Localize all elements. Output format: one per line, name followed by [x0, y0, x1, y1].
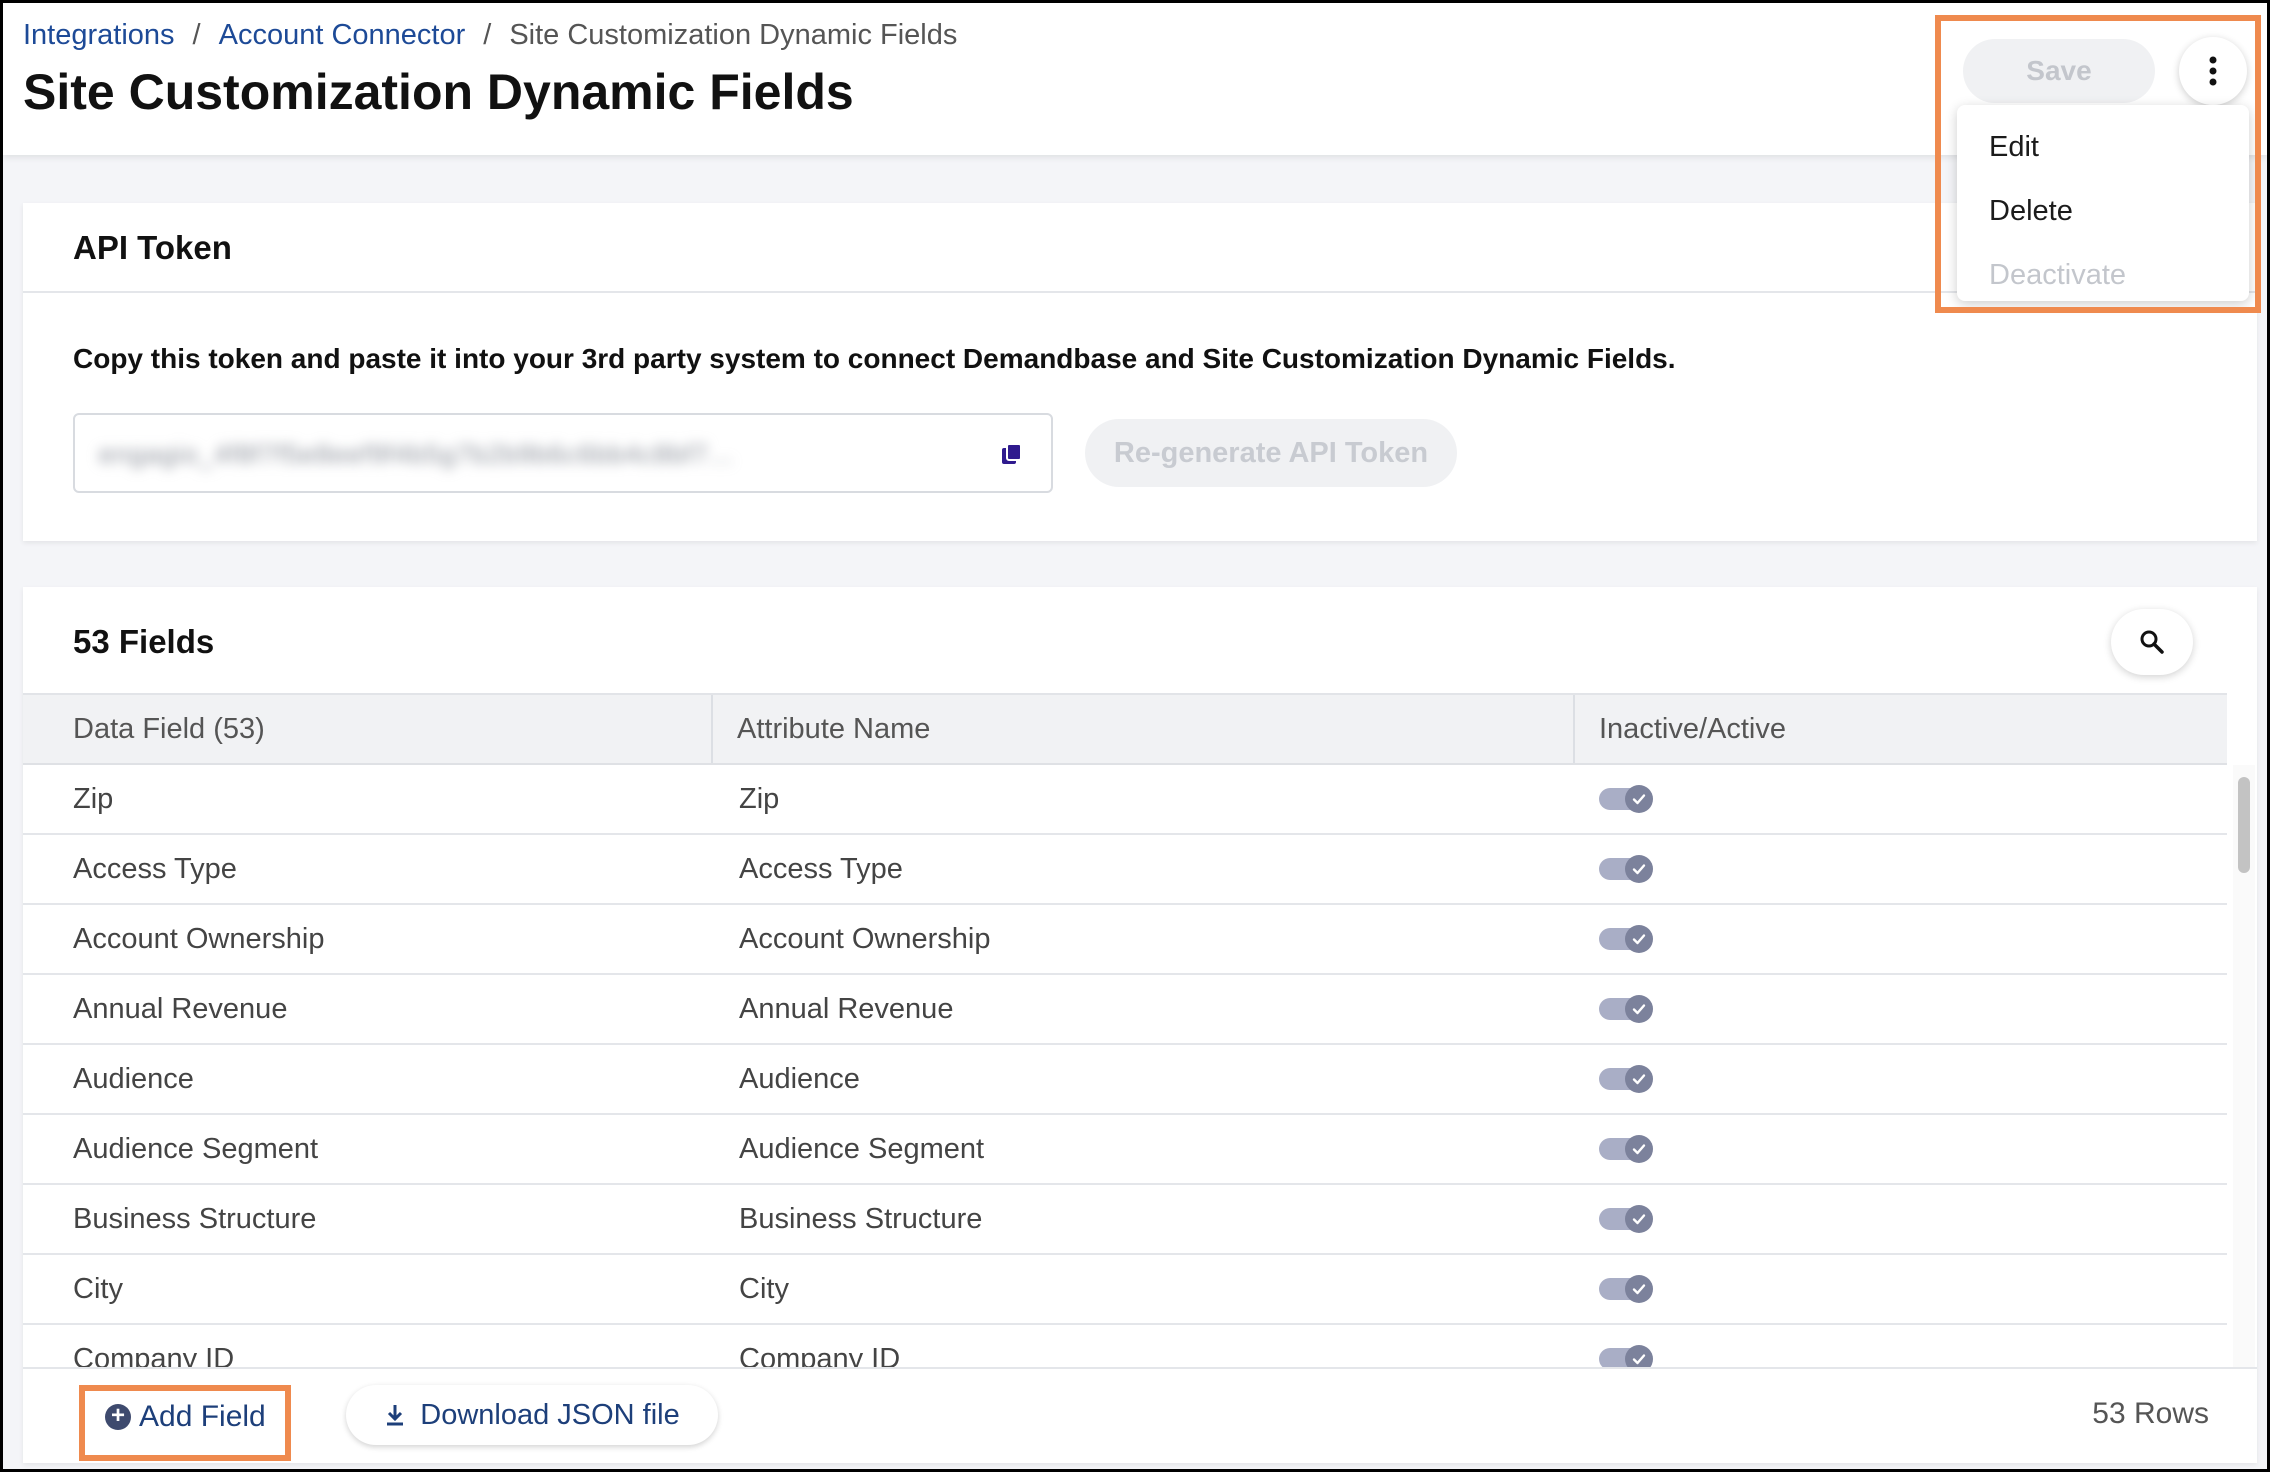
breadcrumb-current: Site Customization Dynamic Fields — [509, 19, 958, 51]
data-field-cell: Zip — [73, 782, 114, 815]
breadcrumb-account-connector[interactable]: Account Connector — [219, 19, 466, 52]
active-toggle[interactable] — [1599, 1345, 1653, 1367]
check-icon — [1632, 1144, 1646, 1155]
table-body: Zip Zip Access Type Access Type Account … — [23, 765, 2227, 1367]
column-header-data-field[interactable]: Data Field (53) — [23, 695, 713, 763]
attribute-name-cell: Annual Revenue — [739, 992, 954, 1025]
api-token-field[interactable]: engagio_4f8f7f5e8eef9f4b5g7b2b9b6c6bb4c8… — [73, 413, 1053, 493]
api-token-value: engagio_4f8f7f5e8eef9f4b5g7b2b9b6c6bb4c8… — [99, 439, 734, 469]
table-row: Company ID Company ID — [23, 1325, 2227, 1367]
app-frame: Integrations / Account Connector / Site … — [0, 0, 2270, 1472]
table-row: Audience Segment Audience Segment — [23, 1115, 2227, 1185]
data-field-cell: Audience — [73, 1062, 194, 1095]
check-icon — [1632, 934, 1646, 945]
download-icon — [387, 1405, 404, 1426]
breadcrumb-separator: / — [192, 19, 201, 51]
attribute-name-cell: City — [739, 1272, 789, 1305]
check-icon — [1632, 1284, 1646, 1295]
rows-count: 53 Rows — [2092, 1397, 2209, 1430]
menu-item-edit[interactable]: Edit — [1957, 115, 2249, 179]
active-toggle[interactable] — [1599, 995, 1653, 1023]
active-toggle[interactable] — [1599, 1065, 1653, 1093]
api-token-title: API Token — [23, 203, 2257, 293]
attribute-name-cell: Account Ownership — [739, 922, 991, 955]
table-footer: + Add Field Download JSON file 53 Rows — [23, 1367, 2257, 1463]
active-toggle[interactable] — [1599, 855, 1653, 883]
breadcrumb-separator: / — [483, 19, 492, 51]
data-field-cell: Company ID — [73, 1342, 235, 1368]
table-row: Access Type Access Type — [23, 835, 2227, 905]
data-field-cell: Business Structure — [73, 1202, 317, 1235]
active-toggle[interactable] — [1599, 1135, 1653, 1163]
active-toggle[interactable] — [1599, 785, 1653, 813]
fields-card: 53 Fields Data Field (53) Attribute Name… — [23, 587, 2257, 1463]
scrollbar-thumb[interactable] — [2238, 777, 2250, 873]
check-icon — [1632, 1004, 1646, 1015]
attribute-name-cell: Company ID — [739, 1342, 901, 1368]
attribute-name-cell: Zip — [739, 782, 780, 815]
table-row: Zip Zip — [23, 765, 2227, 835]
data-field-cell: Audience Segment — [73, 1132, 319, 1165]
page-title: Site Customization Dynamic Fields — [23, 64, 854, 120]
search-button[interactable] — [2111, 609, 2193, 675]
breadcrumb-integrations[interactable]: Integrations — [23, 19, 175, 52]
active-toggle[interactable] — [1599, 925, 1653, 953]
api-token-description: Copy this token and paste it into your 3… — [73, 343, 1676, 374]
active-toggle[interactable] — [1599, 1275, 1653, 1303]
add-field-button[interactable]: + Add Field — [105, 1391, 266, 1443]
download-json-label: Download JSON file — [420, 1398, 680, 1431]
data-field-cell: Account Ownership — [73, 922, 325, 955]
add-circle-icon: + — [105, 1404, 131, 1430]
fields-title: 53 Fields — [73, 623, 215, 660]
search-icon — [2140, 630, 2164, 654]
menu-item-deactivate: Deactivate — [1989, 259, 2127, 291]
breadcrumb: Integrations / Account Connector / Site … — [23, 19, 957, 52]
download-json-button[interactable]: Download JSON file — [346, 1385, 718, 1445]
more-options-button[interactable] — [2179, 37, 2247, 105]
regenerate-token-button[interactable]: Re-generate API Token — [1085, 419, 1457, 487]
active-toggle[interactable] — [1599, 1205, 1653, 1233]
table-row: Annual Revenue Annual Revenue — [23, 975, 2227, 1045]
attribute-name-cell: Audience — [739, 1062, 860, 1095]
column-header-active[interactable]: Inactive/Active — [1575, 695, 2227, 763]
table-row: Audience Audience — [23, 1045, 2227, 1115]
check-icon — [1632, 794, 1646, 805]
table-row: City City — [23, 1255, 2227, 1325]
attribute-name-cell: Business Structure — [739, 1202, 983, 1235]
data-field-cell: City — [73, 1272, 123, 1305]
table-scrollbar[interactable] — [2233, 765, 2255, 1367]
table-row: Business Structure Business Structure — [23, 1185, 2227, 1255]
data-field-cell: Annual Revenue — [73, 992, 288, 1025]
data-field-cell: Access Type — [73, 852, 237, 885]
attribute-name-cell: Access Type — [739, 852, 903, 885]
save-button[interactable]: Save — [1963, 39, 2155, 103]
column-header-attribute-name[interactable]: Attribute Name — [713, 695, 1575, 763]
copy-icon[interactable] — [999, 441, 1025, 467]
attribute-name-cell: Audience Segment — [739, 1132, 985, 1165]
table-header: Data Field (53) Attribute Name Inactive/… — [23, 693, 2227, 765]
api-token-card: API Token Copy this token and paste it i… — [23, 203, 2257, 541]
vertical-ellipsis-icon — [2209, 56, 2217, 86]
add-field-label: Add Field — [139, 1400, 266, 1433]
menu-item-delete[interactable]: Delete — [1957, 179, 2249, 243]
check-icon — [1632, 1214, 1646, 1225]
page-header: Integrations / Account Connector / Site … — [3, 3, 2267, 155]
more-options-menu: Edit Delete Deactivate — [1957, 105, 2249, 301]
check-icon — [1632, 1354, 1646, 1365]
check-icon — [1632, 864, 1646, 875]
check-icon — [1632, 1074, 1646, 1085]
table-row: Account Ownership Account Ownership — [23, 905, 2227, 975]
